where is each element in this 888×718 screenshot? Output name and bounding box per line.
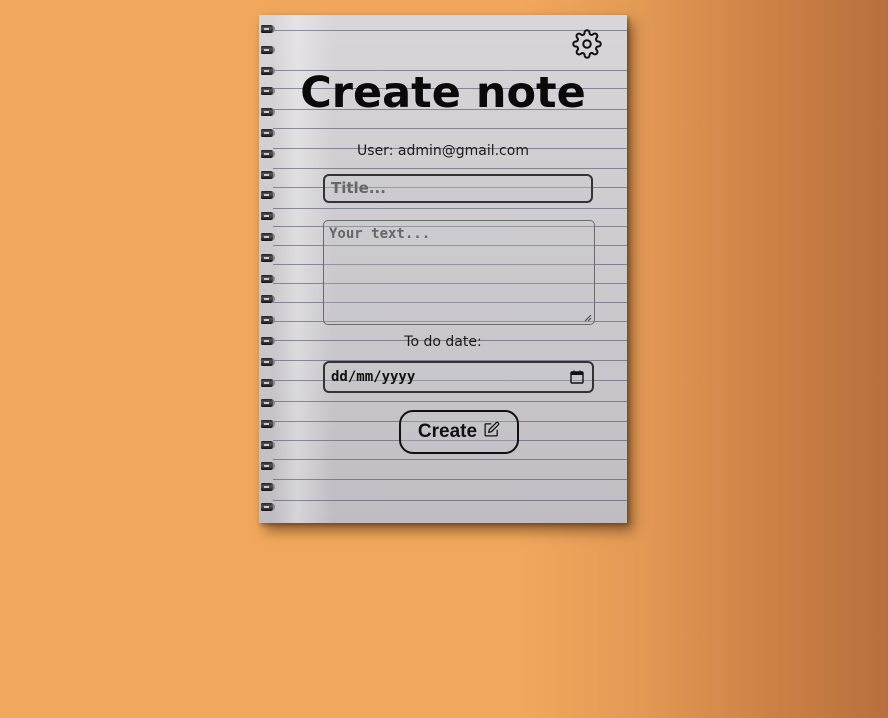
- spiral-ring: [261, 462, 275, 470]
- spiral-ring: [261, 358, 275, 366]
- text-area[interactable]: Your text...: [323, 220, 595, 325]
- spiral-ring: [261, 316, 275, 324]
- date-label: To do date:: [404, 334, 482, 350]
- spiral-ring: [261, 399, 275, 407]
- edit-icon: [484, 421, 500, 437]
- spiral-ring: [261, 191, 275, 199]
- title-placeholder: Title...: [331, 179, 386, 197]
- spiral-ring: [261, 295, 275, 303]
- spiral-ring: [261, 212, 275, 220]
- spiral-ring: [261, 483, 275, 491]
- spiral-ring: [261, 441, 275, 449]
- title-input[interactable]: Title...: [323, 174, 593, 203]
- spiral-ring: [261, 503, 275, 511]
- text-placeholder: Your text...: [329, 226, 431, 242]
- spiral-ring: [261, 420, 275, 428]
- spiral-ring: [261, 171, 275, 179]
- spiral-ring: [261, 25, 275, 33]
- date-input[interactable]: dd/mm/yyyy: [323, 361, 594, 393]
- page-title: Create note: [300, 68, 586, 118]
- spiral-ring: [261, 233, 275, 241]
- notebook-card: Create note User: admin@gmail.com Title.…: [259, 15, 627, 523]
- user-email-label: User: admin@gmail.com: [357, 143, 529, 159]
- create-button[interactable]: Create: [399, 410, 519, 454]
- spiral-ring: [261, 129, 275, 137]
- create-button-label: Create: [417, 421, 478, 442]
- date-placeholder: dd/mm/yyyy: [331, 369, 416, 385]
- spiral-ring: [261, 275, 275, 283]
- spiral-ring: [261, 46, 275, 54]
- calendar-icon[interactable]: [570, 370, 584, 384]
- gear-icon[interactable]: [572, 29, 602, 59]
- spiral-ring: [261, 254, 275, 262]
- resize-handle-icon[interactable]: [584, 314, 592, 322]
- spiral-ring: [261, 379, 275, 387]
